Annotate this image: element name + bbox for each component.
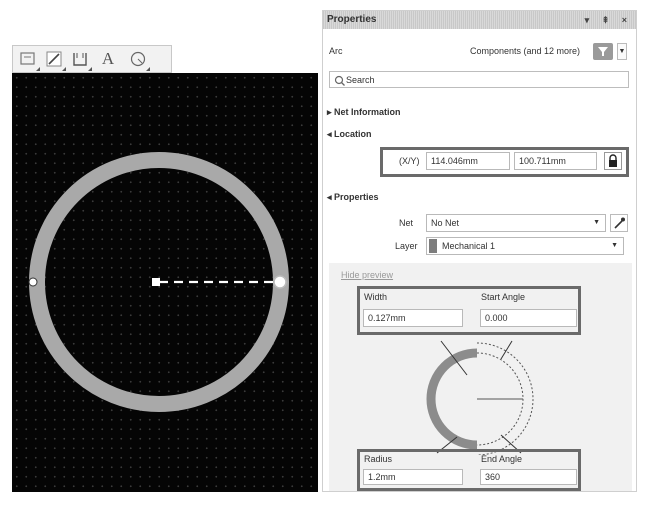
- radius-label: Radius: [364, 454, 393, 464]
- start-angle-label: Start Angle: [481, 292, 526, 302]
- chevron-down-icon: ▼: [593, 219, 600, 226]
- radius-handle[interactable]: [273, 275, 287, 289]
- properties-panel: Properties ▾ ⇞ × Arc Components (and 12 …: [322, 10, 637, 492]
- start-angle-pointer-line: [500, 340, 513, 360]
- net-value: No Net: [431, 218, 460, 228]
- hide-preview-link[interactable]: Hide preview: [341, 270, 393, 280]
- section-net-information[interactable]: ▸ Net Information: [327, 107, 401, 118]
- drawing-toolbar: A: [12, 45, 172, 73]
- filter-summary[interactable]: Components (and 12 more): [470, 46, 580, 56]
- search-placeholder: Search: [346, 75, 375, 85]
- center-handle[interactable]: [152, 278, 160, 286]
- panel-title-bar: Properties ▾ ⇞ ×: [323, 11, 636, 29]
- text-tool-icon[interactable]: A: [99, 50, 117, 68]
- xy-label: (X/Y): [399, 156, 420, 166]
- filter-icon: [598, 47, 608, 56]
- layer-color-swatch: [429, 239, 437, 253]
- eyedropper-icon: [614, 217, 625, 229]
- width-label: Width: [364, 292, 388, 302]
- layer-label: Layer: [395, 241, 418, 251]
- net-pick-button[interactable]: [610, 214, 628, 232]
- location-y-field[interactable]: 100.711mm: [514, 152, 597, 170]
- location-x-field[interactable]: 114.046mm: [426, 152, 510, 170]
- section-properties-label: Properties: [334, 192, 379, 202]
- caret-right-icon: ▸: [327, 107, 332, 117]
- arc-preview-diagram: [426, 340, 534, 455]
- net-select[interactable]: No Net ▼: [426, 214, 606, 232]
- start-angle-field[interactable]: 0.000: [480, 309, 577, 327]
- bin-tool-icon[interactable]: [71, 50, 92, 71]
- end-angle-field[interactable]: 360: [480, 469, 577, 485]
- lock-button[interactable]: [604, 152, 622, 170]
- end-angle-label: End Angle: [481, 454, 523, 464]
- text-tool-glyph: A: [101, 49, 115, 68]
- object-type-label: Arc: [329, 46, 343, 56]
- pcb-canvas[interactable]: [12, 73, 318, 492]
- section-location[interactable]: ◂ Location: [327, 129, 372, 140]
- filter-dropdown-button[interactable]: ▼: [617, 43, 627, 60]
- preview-arc-thick: [426, 348, 478, 450]
- lock-icon: [609, 154, 617, 167]
- arc-tool-icon[interactable]: [129, 50, 150, 71]
- panel-title: Properties: [327, 14, 377, 25]
- net-label: Net: [399, 218, 414, 228]
- width-field[interactable]: 0.127mm: [363, 309, 463, 327]
- layer-value: Mechanical 1: [442, 241, 496, 251]
- caret-down-icon: ◂: [327, 129, 332, 139]
- filter-button[interactable]: [593, 43, 613, 60]
- chevron-down-icon: ▼: [618, 48, 626, 55]
- chevron-down-icon: ▼: [611, 242, 618, 249]
- arc-preview-area: Hide preview Width 0.127mm Start Angle 0…: [329, 263, 632, 491]
- pen-tool-icon[interactable]: [45, 50, 66, 71]
- panel-window-controls[interactable]: ▾ ⇞ ×: [585, 11, 632, 29]
- section-net-information-label: Net Information: [334, 107, 401, 117]
- arc-drawing: [28, 152, 289, 412]
- end-handle[interactable]: [28, 277, 38, 287]
- section-location-label: Location: [334, 129, 372, 139]
- layer-select[interactable]: Mechanical 1 ▼: [426, 237, 624, 255]
- line-tool-icon[interactable]: [19, 50, 40, 71]
- caret-down-icon: ◂: [327, 192, 332, 202]
- search-icon: [334, 75, 345, 86]
- section-properties[interactable]: ◂ Properties: [327, 192, 379, 203]
- search-input[interactable]: Search: [329, 71, 629, 88]
- radius-field[interactable]: 1.2mm: [363, 469, 463, 485]
